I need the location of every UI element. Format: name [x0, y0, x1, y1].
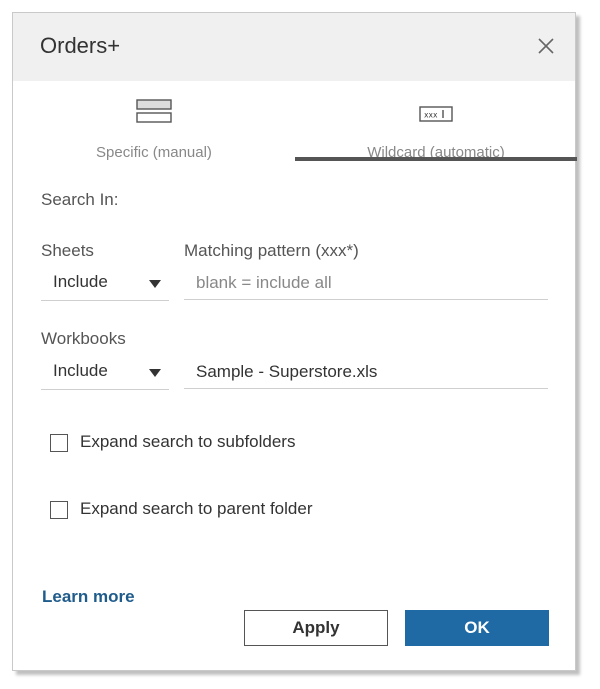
apply-button[interactable]: Apply — [244, 610, 388, 646]
sheets-pattern-input[interactable] — [184, 266, 548, 300]
active-tab-indicator — [295, 157, 577, 161]
ok-button[interactable]: OK — [405, 610, 549, 646]
dialog-title: Orders+ — [40, 33, 121, 58]
subfolders-label: Expand search to subfolders — [80, 432, 296, 451]
wildcard-text-icon: xxx — [419, 106, 453, 122]
caret-down-icon — [149, 369, 161, 377]
search-in-label: Search In: — [41, 190, 119, 209]
svg-text:xxx: xxx — [424, 111, 438, 120]
workbooks-mode-value: Include — [53, 361, 108, 380]
workbooks-pattern-input[interactable] — [184, 355, 548, 389]
tab-bar: Specific (manual) xxx Wildcard (automati… — [13, 99, 575, 161]
union-dialog: Orders+ Specific (manual) xxx Wildcard (… — [12, 12, 577, 671]
dialog-header: Orders+ — [13, 13, 575, 81]
sheets-mode-value: Include — [53, 272, 108, 291]
workbooks-label: Workbooks — [41, 329, 126, 348]
parent-folder-checkbox[interactable] — [50, 501, 68, 519]
caret-down-icon — [149, 280, 161, 288]
matching-pattern-label: Matching pattern (xxx*) — [184, 241, 359, 260]
subfolders-checkbox[interactable] — [50, 434, 68, 452]
close-icon[interactable] — [535, 35, 557, 57]
sheets-list-icon — [136, 99, 172, 123]
tab-specific-label: Specific (manual) — [96, 144, 212, 161]
sheets-label: Sheets — [41, 241, 94, 260]
workbooks-mode-select[interactable]: Include — [41, 355, 169, 390]
tab-specific[interactable]: Specific (manual) — [13, 99, 295, 161]
sheets-mode-select[interactable]: Include — [41, 266, 169, 301]
tab-wildcard[interactable]: xxx Wildcard (automatic) — [295, 99, 577, 161]
learn-more-link[interactable]: Learn more — [42, 587, 135, 607]
parent-folder-label: Expand search to parent folder — [80, 499, 313, 518]
